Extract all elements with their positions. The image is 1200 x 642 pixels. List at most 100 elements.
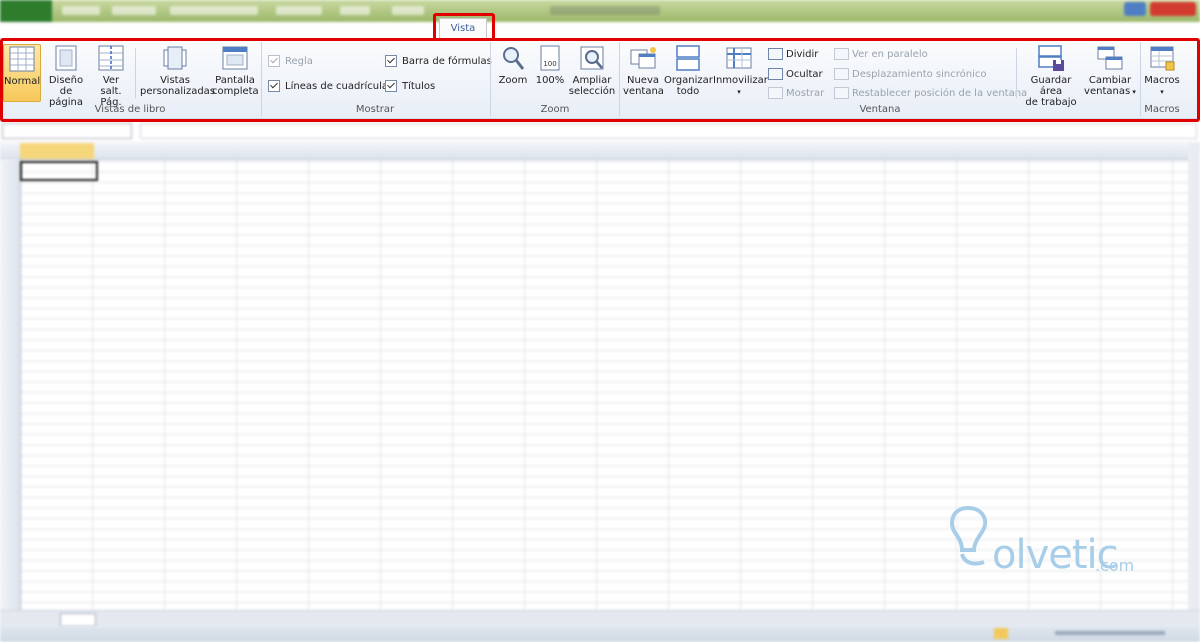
formula-bar [0,119,1200,144]
normal-view-status-icon[interactable] [994,628,1008,639]
page-layout-label-1: Diseño [48,75,84,86]
checkbox-checked-icon [268,55,280,67]
group-label-vistas: Vistas de libro [94,104,166,115]
macros-icon [1150,46,1175,71]
full-screen-icon [222,46,248,70]
zoom-100-button[interactable]: 100 100% [534,44,566,86]
ribbon-tab[interactable] [340,6,370,15]
headings-checkbox[interactable]: Títulos [385,80,435,92]
vertical-scrollbar[interactable] [1188,143,1200,611]
separator [135,48,136,98]
full-screen-label-2: completa [212,86,259,97]
group-separator [1140,42,1141,116]
custom-views-button[interactable]: Vistas personalizadas [140,44,215,97]
arrange-all-icon [676,45,700,71]
hide-label: Ocultar [786,68,823,80]
bulb-logo-icon [950,505,988,566]
close-button[interactable] [1150,2,1196,16]
watermark-suffix: .com [1095,556,1135,575]
ribbon-tab[interactable] [392,6,424,15]
page-break-preview-button[interactable]: Ver salt. Pág. [91,44,131,108]
full-screen-button[interactable]: Pantalla completa [212,44,259,97]
arrange-all-label-2: todo [676,86,700,97]
group-separator [261,42,262,116]
gridlines-checkbox[interactable]: Líneas de cuadrícula [268,80,388,92]
checkbox-checked-icon [268,80,280,92]
zoom-selection-label-2: selección [568,86,616,97]
group-label-ventana: Ventana [859,104,901,115]
page-break-label-1: Ver salt. [100,75,122,97]
normal-view-icon [9,46,35,72]
macros-button[interactable]: Macros ▾ [1143,44,1181,98]
sync-scroll-label: Desplazamiento sincrónico [852,68,987,80]
view-side-by-side-button[interactable]: Ver en paralelo [834,48,928,60]
group-label-macros: Macros [1144,104,1180,115]
zoom-label: Zoom [498,75,528,86]
full-screen-label-1: Pantalla [215,75,255,86]
hide-button[interactable]: Ocultar [768,68,823,80]
zoom-selection-icon [580,46,604,70]
group-label-zoom: Zoom [540,104,570,115]
formula-input[interactable] [140,123,1197,139]
new-window-button[interactable]: Nueva ventana [623,44,664,97]
zoom-selection-button[interactable]: Ampliar selección [568,44,616,97]
new-window-label-2: ventana [623,86,664,97]
save-workspace-label-1: Guardar área [1030,75,1072,97]
custom-views-label-2: personalizadas [140,86,216,97]
zoom-100-label: 100% [535,75,565,86]
split-icon [768,48,783,60]
zoom-selection-label-1: Ampliar [572,75,612,86]
ribbon-tab[interactable] [170,6,258,15]
column-headers[interactable] [0,143,1190,160]
page-layout-icon [55,45,77,71]
sheet-tab[interactable] [60,613,96,627]
chevron-down-icon: ▾ [1160,88,1164,96]
title-bar [0,0,1200,22]
zoom-100-icon: 100 [540,45,560,71]
unhide-label: Mostrar [786,87,825,99]
help-button[interactable] [1124,2,1146,16]
svg-text:100: 100 [543,60,556,68]
page-layout-button[interactable]: Diseño de página [42,44,90,108]
save-workspace-button[interactable]: Guardar área de trabajo [1020,44,1082,108]
group-separator [619,42,620,116]
side-by-side-icon [834,48,849,60]
headings-label: Títulos [402,80,436,92]
solvetic-watermark: olvetic .com [940,500,1150,580]
split-label: Dividir [786,48,819,60]
ribbon-tab[interactable] [112,6,156,15]
hide-icon [768,68,783,80]
reset-window-position-button[interactable]: Restablecer posición de la ventana [834,87,1027,99]
normal-view-button[interactable]: Normal [3,44,41,102]
switch-windows-button[interactable]: Cambiar ventanas ▾ [1084,44,1136,98]
save-workspace-label-2: de trabajo [1025,97,1077,108]
chevron-down-icon: ▾ [737,88,741,96]
freeze-panes-button[interactable]: Inmovilizar ▾ [713,44,768,98]
ribbon-tab[interactable] [62,6,100,15]
sync-scrolling-button[interactable]: Desplazamiento sincrónico [834,68,987,80]
split-button[interactable]: Dividir [768,48,818,60]
arrange-all-label-1: Organizar [664,75,713,86]
sync-scroll-icon [834,68,849,80]
reset-position-label: Restablecer posición de la ventana [852,87,1028,99]
ribbon-tab[interactable] [276,6,322,15]
window-title [550,6,660,15]
selected-column-header[interactable] [20,143,94,159]
unhide-button[interactable]: Mostrar [768,87,824,99]
new-window-icon [630,47,656,69]
chevron-down-icon: ▾ [1130,88,1136,96]
formula-bar-checkbox[interactable]: Barra de fórmulas [385,55,492,67]
macros-label: Macros [1144,75,1180,86]
file-tab[interactable] [0,0,52,22]
zoom-slider[interactable] [1055,631,1165,635]
save-workspace-icon [1038,45,1064,71]
active-cell[interactable] [20,161,98,181]
arrange-all-button[interactable]: Organizar todo [664,44,713,97]
row-headers[interactable] [0,159,21,611]
status-bar [0,626,1200,642]
group-separator [490,42,491,116]
name-box[interactable] [2,123,132,139]
switch-windows-label-2: ventanas [1084,86,1131,97]
ruler-checkbox[interactable]: Regla [268,55,313,67]
zoom-button[interactable]: Zoom [497,44,529,86]
